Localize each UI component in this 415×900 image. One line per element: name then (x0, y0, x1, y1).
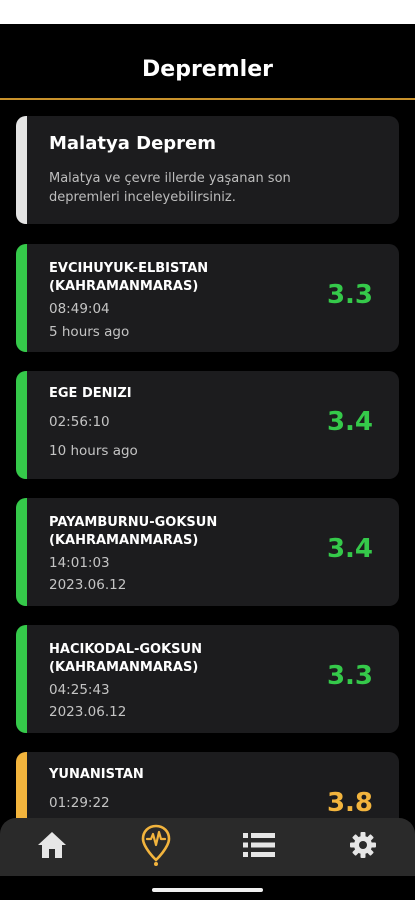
earthquake-location: PAYAMBURNU-GOKSUN (KAHRAMANMARAS) (49, 515, 218, 548)
earthquake-card[interactable]: YUNANISTAN 01:29:22 3.8 (16, 752, 399, 818)
info-card-title: Malatya Deprem (49, 133, 217, 154)
home-icon (36, 830, 68, 864)
earthquake-card[interactable]: HACIKODAL-GOKSUN (KAHRAMANMARAS) 04:25:4… (16, 625, 399, 733)
magnitude-stripe (16, 752, 27, 818)
gear-icon (349, 831, 377, 863)
magnitude-stripe (16, 498, 27, 606)
earthquake-card[interactable]: EGE DENIZI 02:56:10 10 hours ago 3.4 (16, 371, 399, 479)
earthquake-date: 5 hours ago (49, 324, 130, 340)
earthquake-location: YUNANISTAN (49, 767, 144, 782)
magnitude-stripe (16, 625, 27, 733)
status-bar (0, 0, 415, 24)
bottom-navigation (0, 818, 415, 876)
earthquake-time: 04:25:43 (49, 682, 110, 698)
earthquake-date: 2023.06.12 (49, 704, 127, 720)
earthquake-magnitude: 3.3 (326, 661, 373, 691)
earthquake-time: 14:01:03 (49, 555, 110, 571)
info-card: Malatya Deprem Malatya ve çevre illerde … (16, 116, 399, 224)
earthquake-card[interactable]: EVCIHUYUK-ELBISTAN (KAHRAMANMARAS) 08:49… (16, 244, 399, 352)
page-title: Depremler (142, 56, 273, 82)
info-card-description: Malatya ve çevre illerde yaşanan son dep… (49, 171, 291, 205)
app-header: Depremler (0, 24, 415, 100)
earthquake-magnitude: 3.4 (326, 534, 373, 564)
earthquake-location: EGE DENIZI (49, 386, 132, 401)
earthquake-card[interactable]: PAYAMBURNU-GOKSUN (KAHRAMANMARAS) 14:01:… (16, 498, 399, 606)
nav-settings[interactable] (333, 818, 393, 876)
magnitude-stripe (16, 244, 27, 352)
seismic-pin-icon (141, 824, 171, 870)
earthquake-location: EVCIHUYUK-ELBISTAN (KAHRAMANMARAS) (49, 261, 209, 294)
list-icon (242, 831, 276, 863)
earthquake-date: 2023.06.12 (49, 577, 127, 593)
earthquake-date: 10 hours ago (49, 443, 138, 459)
info-card-stripe (16, 116, 27, 224)
earthquake-magnitude: 3.3 (326, 280, 373, 310)
earthquake-time: 02:56:10 (49, 414, 110, 430)
earthquake-magnitude: 3.4 (326, 407, 373, 437)
earthquake-time: 01:29:22 (49, 795, 110, 811)
magnitude-stripe (16, 371, 27, 479)
earthquake-location: HACIKODAL-GOKSUN (KAHRAMANMARAS) (49, 642, 202, 675)
earthquake-magnitude: 3.8 (326, 788, 373, 818)
nav-home[interactable] (22, 818, 82, 876)
earthquake-list[interactable]: Malatya Deprem Malatya ve çevre illerde … (0, 102, 415, 818)
earthquake-time: 08:49:04 (49, 301, 110, 317)
nav-earthquakes[interactable] (126, 818, 186, 876)
home-indicator[interactable] (152, 888, 263, 892)
nav-list[interactable] (229, 818, 289, 876)
